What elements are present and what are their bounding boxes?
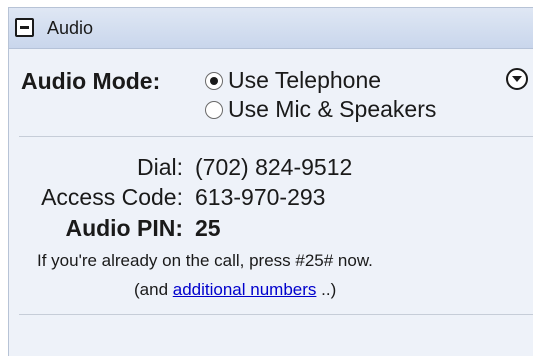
chevron-down-icon bbox=[512, 76, 522, 82]
dial-number: (702) 824-9512 bbox=[195, 154, 353, 180]
radio-use-mic-speakers[interactable]: Use Mic & Speakers bbox=[205, 96, 436, 123]
collapse-button[interactable] bbox=[15, 18, 34, 37]
additional-numbers-note: (and additional numbers ..) bbox=[134, 280, 336, 300]
radio-unselected-icon[interactable] bbox=[205, 101, 223, 119]
audio-pin-label: Audio PIN: bbox=[65, 215, 183, 241]
audio-mode-label: Audio Mode: bbox=[21, 68, 161, 94]
audio-pin-value: 25 bbox=[195, 215, 221, 241]
radio-label-mic-speakers: Use Mic & Speakers bbox=[228, 96, 437, 122]
minus-icon bbox=[20, 26, 29, 29]
panel-header: Audio bbox=[9, 8, 533, 49]
divider bbox=[19, 314, 533, 315]
audio-panel: Audio Audio Mode: Use Telephone Use Mic … bbox=[8, 7, 533, 356]
radio-label-telephone: Use Telephone bbox=[228, 67, 382, 93]
additional-numbers-link[interactable]: additional numbers bbox=[173, 280, 317, 299]
panel-title: Audio bbox=[47, 18, 94, 38]
access-code-label: Access Code: bbox=[41, 184, 183, 210]
dial-label: Dial: bbox=[136, 154, 183, 180]
radio-selected-icon[interactable] bbox=[205, 72, 223, 90]
audio-options-menu-button[interactable] bbox=[506, 68, 528, 90]
note-prefix: (and bbox=[134, 280, 173, 299]
divider bbox=[19, 136, 533, 137]
note-suffix: ..) bbox=[316, 280, 337, 299]
already-on-call-note: If you're already on the call, press #25… bbox=[37, 251, 373, 270]
access-code-value: 613-970-293 bbox=[195, 184, 326, 210]
radio-use-telephone[interactable]: Use Telephone bbox=[205, 67, 381, 94]
